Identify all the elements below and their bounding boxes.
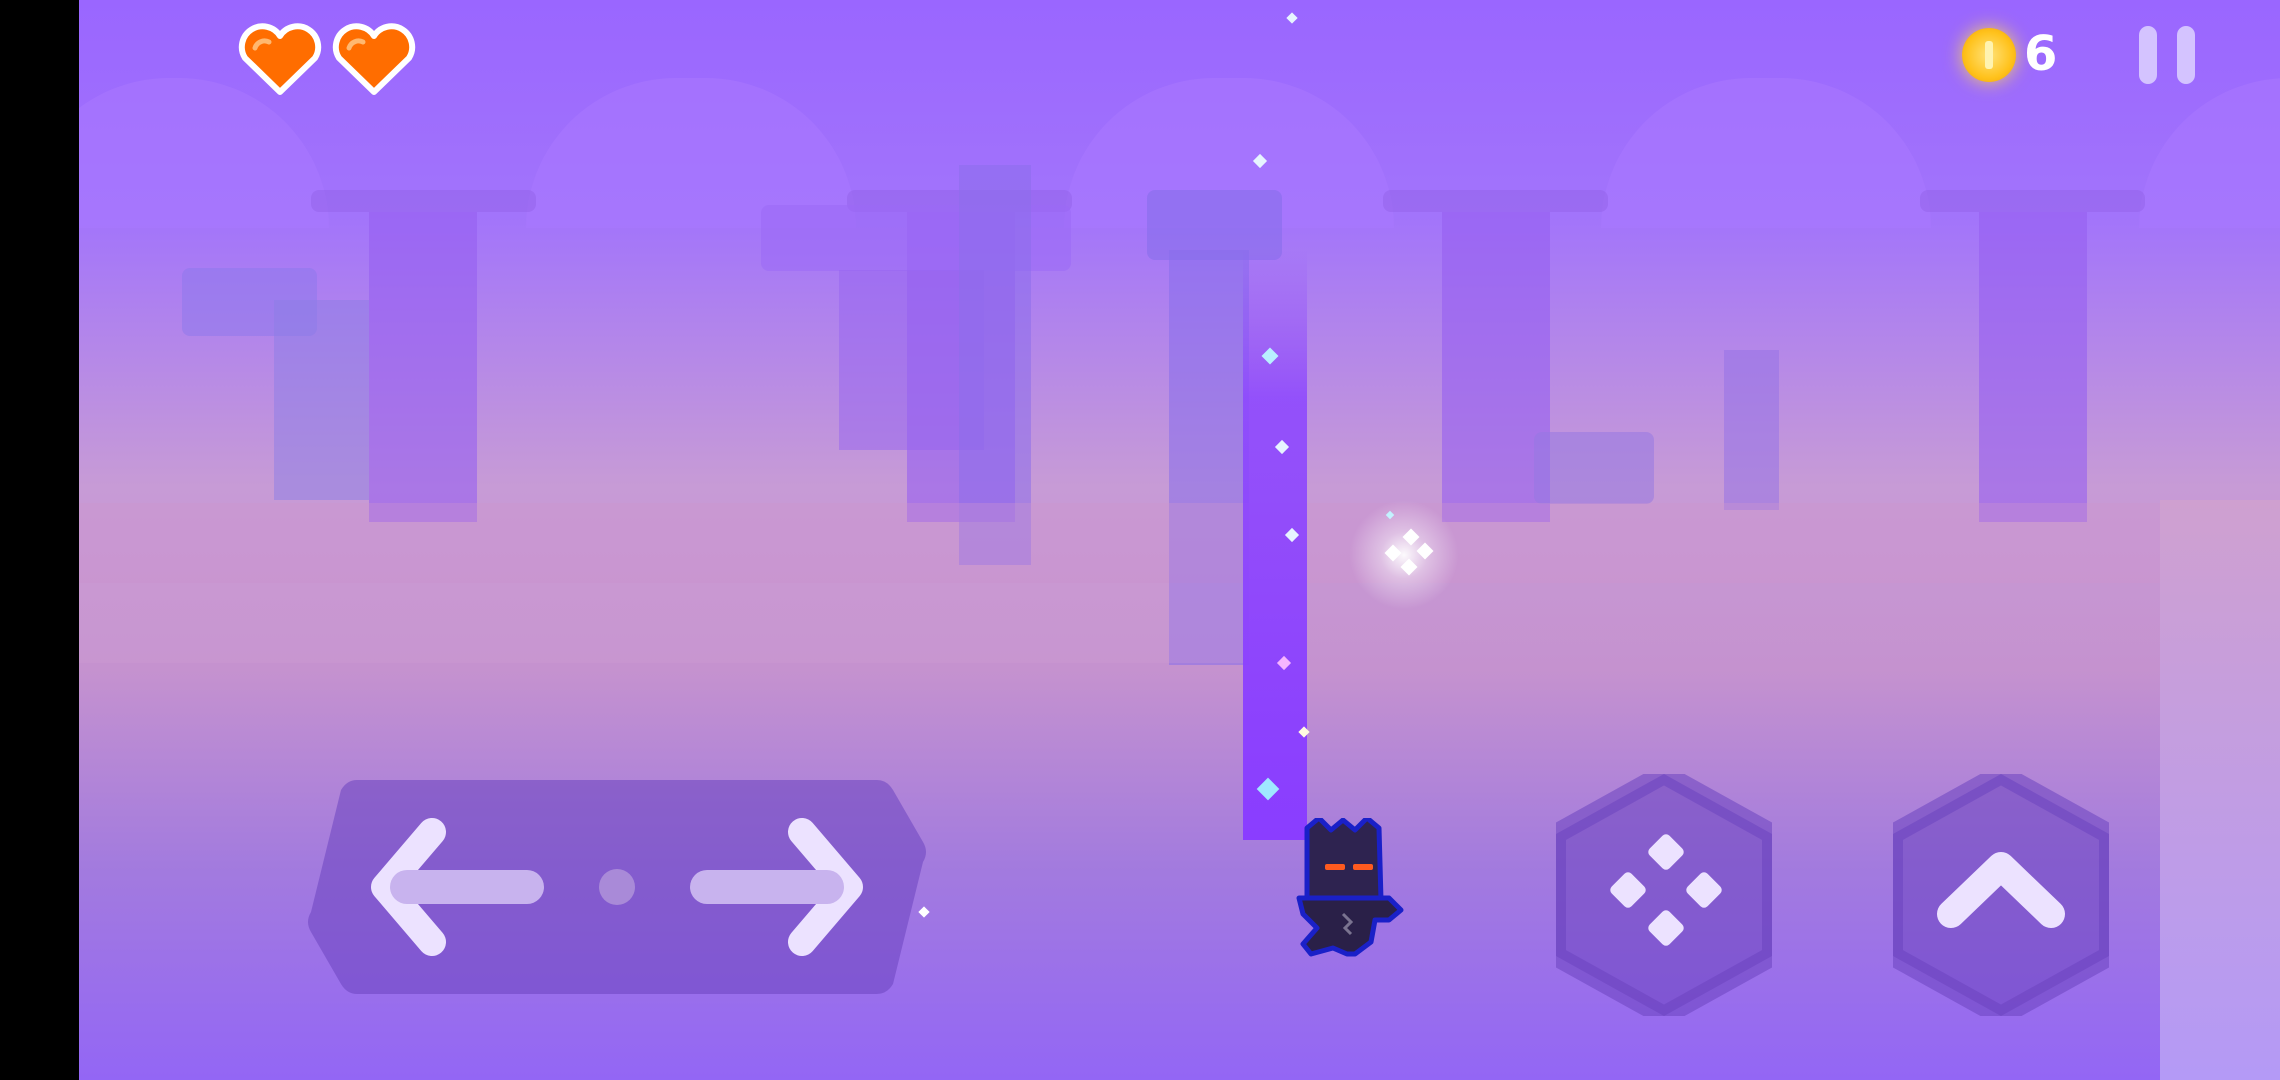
dpad: [307, 780, 927, 994]
bg-arch: [2139, 78, 2280, 228]
chevron-up-icon: [1937, 852, 2065, 928]
heart-icon: [238, 23, 322, 95]
four-diamond-icon: [1610, 834, 1722, 946]
bg-ledge: [1383, 190, 1608, 212]
bg-fog: [79, 503, 2280, 583]
sparkle: [1286, 12, 1298, 24]
bg-fog: [79, 583, 1250, 663]
sparkle-cluster-icon: [1384, 528, 1434, 576]
bg-ledge: [1534, 432, 1654, 504]
coin-count: 6: [2024, 26, 2058, 82]
bg-arch: [1601, 78, 1931, 228]
bg-ledge: [1920, 190, 2145, 212]
heart-icon: [332, 23, 416, 95]
move-left-button[interactable]: [307, 780, 597, 994]
bg-pillar: [1724, 350, 1779, 510]
bg-arch: [79, 78, 329, 228]
pause-icon: [2139, 26, 2157, 84]
bg-fog: [2160, 500, 2280, 1080]
pause-icon: [2177, 26, 2195, 84]
jump-button[interactable]: [1893, 774, 2109, 1016]
gold-coin-icon: [1962, 28, 2016, 82]
bg-pillar: [1979, 212, 2087, 522]
arrow-right-icon: [690, 818, 863, 956]
bg-ledge: [311, 190, 536, 212]
bg-pillar: [369, 212, 477, 522]
player-character: [1296, 818, 1404, 957]
arrow-left-icon: [371, 818, 544, 956]
light-beam: [1243, 250, 1307, 840]
pause-button[interactable]: [2139, 26, 2197, 84]
game-viewport[interactable]: 6: [79, 0, 2280, 1080]
bg-pillar: [274, 300, 369, 500]
move-right-button[interactable]: [637, 780, 927, 994]
dash-button[interactable]: [1556, 774, 1772, 1016]
